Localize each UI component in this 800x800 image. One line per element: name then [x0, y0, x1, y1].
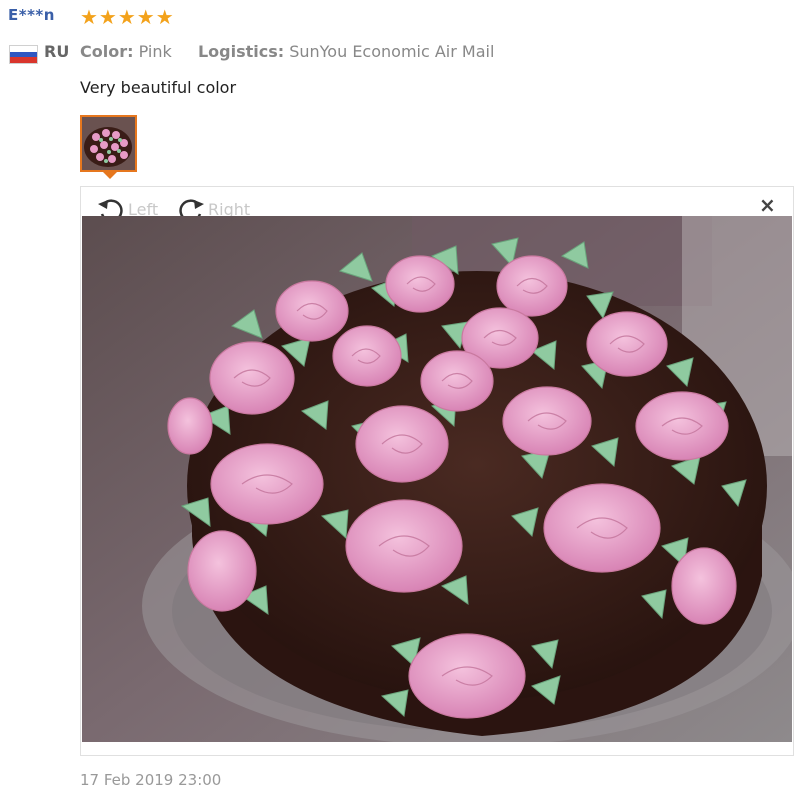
thumbnail-pointer: [103, 172, 117, 179]
review-comment: Very beautiful color: [80, 78, 237, 97]
logistics-label: Logistics:: [197, 42, 285, 61]
close-button[interactable]: ×: [759, 193, 776, 217]
reviewer-name: E***n: [8, 6, 55, 24]
logistics-value: SunYou Economic Air Mail: [289, 42, 495, 61]
flag-icon: [9, 45, 38, 64]
close-icon: ×: [759, 193, 776, 217]
order-meta: Color: Pink Logistics: SunYou Economic A…: [80, 42, 494, 61]
color-label: Color:: [80, 42, 134, 61]
country-code: RU: [44, 42, 70, 61]
review-date: 17 Feb 2019 23:00: [80, 771, 222, 789]
star-rating: ★★★★★: [80, 5, 175, 29]
color-value: Pink: [138, 42, 172, 61]
review-photo: [82, 216, 792, 742]
review-photo-thumbnail[interactable]: [80, 115, 137, 172]
